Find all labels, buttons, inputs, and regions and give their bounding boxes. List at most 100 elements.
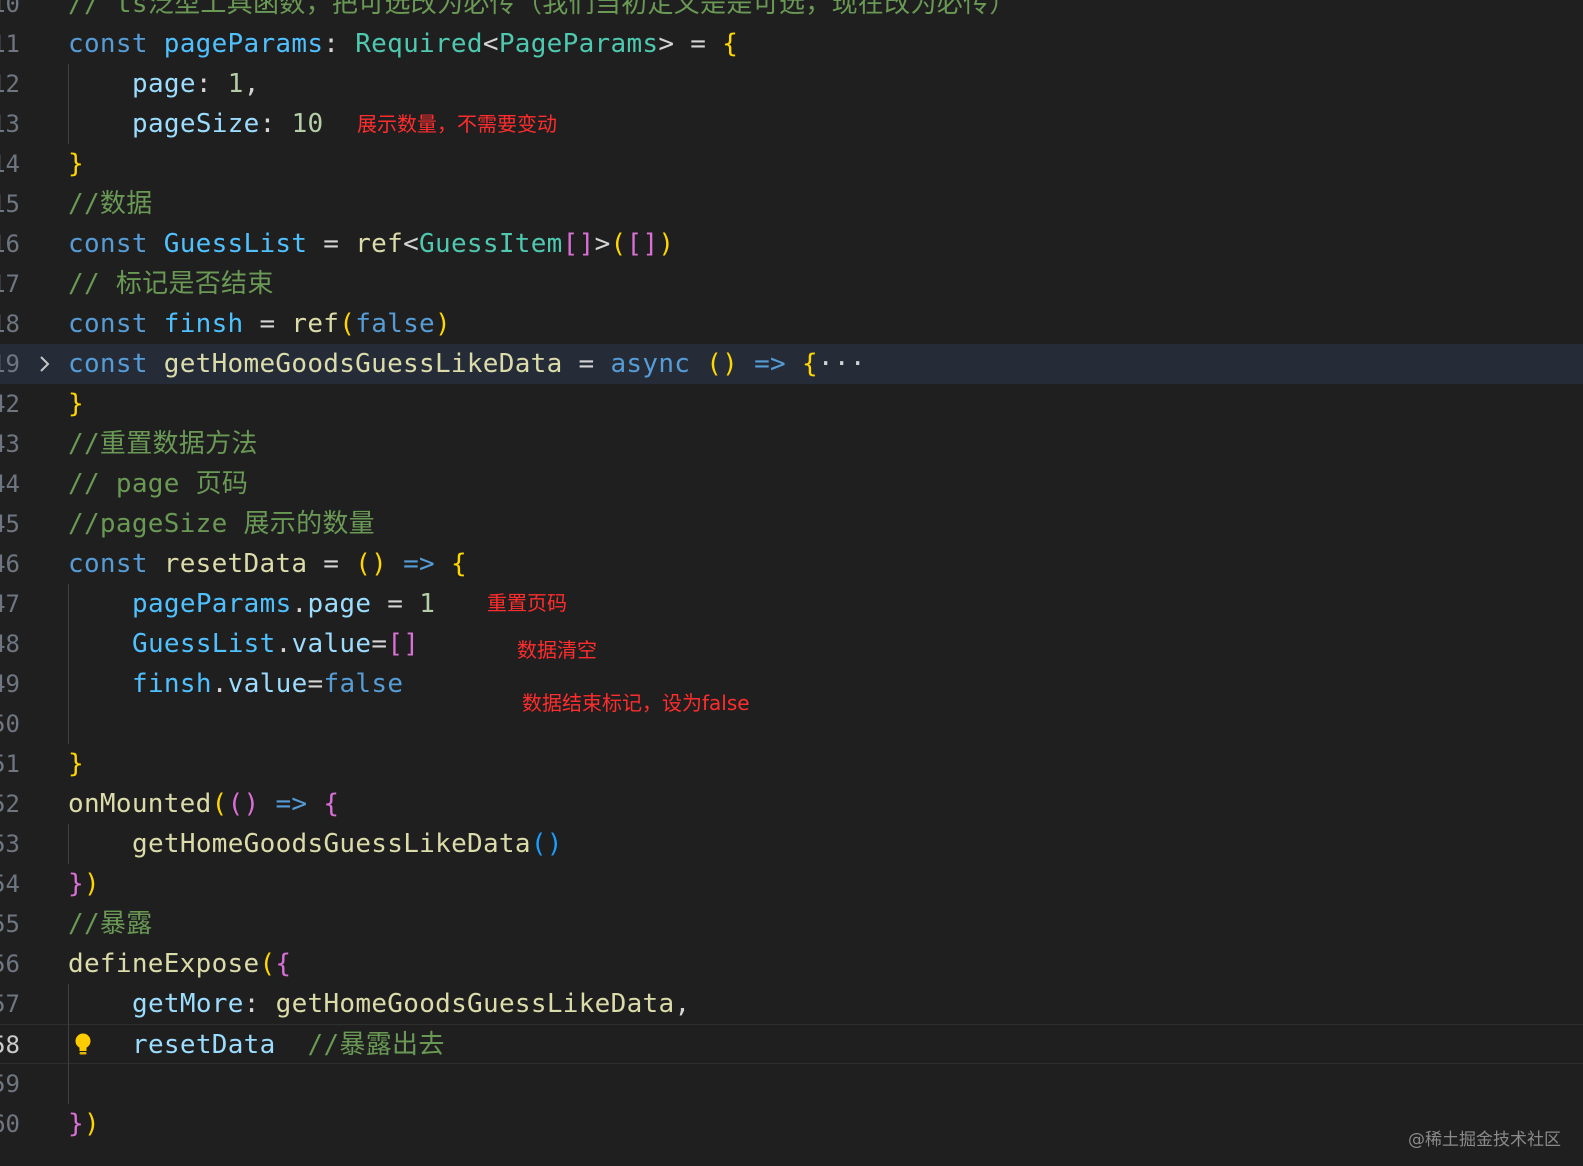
code-token: getHomeGoodsGuessLikeData — [132, 829, 531, 859]
code-line[interactable]: 18 const finsh = ref(false) — [0, 304, 1583, 344]
code-token: = — [243, 309, 292, 339]
code-line[interactable]: 15 //数据 — [0, 184, 1583, 224]
code-token: () — [706, 349, 739, 379]
code-token: value — [227, 669, 308, 699]
line-number: 48 — [0, 630, 20, 658]
code-token: const — [68, 349, 164, 379]
code-token: . — [291, 589, 308, 619]
code-line[interactable]: 51} — [0, 744, 1583, 784]
code-line[interactable]: 47 pageParams.page = 1 — [0, 584, 1583, 624]
code-token: GuessItem — [419, 229, 563, 259]
code-line[interactable]: 48 GuessList.value=[] — [0, 624, 1583, 664]
code-text: // ts泛型工具函数，把可选改为必传（我们当初定义是是可选，现在改为必传） — [68, 0, 1016, 24]
code-line[interactable]: 57 getMore: getHomeGoodsGuessLikeData, — [0, 984, 1583, 1024]
code-line[interactable]: 60}) — [0, 1104, 1583, 1144]
line-number: 43 — [0, 430, 20, 458]
code-token: getHomeGoodsGuessLikeData — [163, 349, 563, 379]
code-token: const — [68, 29, 164, 59]
code-token: pageSize — [132, 109, 260, 139]
code-line[interactable]: 12 page: 1, — [0, 64, 1583, 104]
line-number: 19 — [0, 350, 20, 378]
line-number: 42 — [0, 390, 20, 418]
code-line[interactable]: 46 const resetData = () => { — [0, 544, 1583, 584]
code-token: { — [450, 549, 467, 579]
indent-guide — [68, 824, 69, 864]
code-token: ( — [610, 229, 627, 259]
code-line[interactable]: 54}) — [0, 864, 1583, 904]
code-text: pageParams.page = 1 — [132, 584, 435, 624]
code-text: getMore: getHomeGoodsGuessLikeData, — [132, 984, 690, 1024]
code-token: 1 — [419, 589, 436, 619]
code-token: = — [307, 229, 356, 259]
code-text: }) — [68, 864, 100, 904]
code-token: } — [68, 389, 84, 419]
code-line[interactable]: 58 resetData //暴露出去 — [0, 1024, 1583, 1064]
code-line[interactable]: 45 //pageSize 展示的数量 — [0, 504, 1583, 544]
code-text: const finsh = ref(false) — [68, 304, 451, 344]
code-token: } — [68, 749, 84, 779]
code-token: GuessList — [132, 629, 276, 659]
line-number: 51 — [0, 750, 20, 778]
code-token: => — [738, 349, 802, 379]
line-number: 46 — [0, 550, 20, 578]
code-line[interactable]: 50 — [0, 704, 1583, 744]
code-token: { — [275, 949, 292, 979]
code-token: async — [610, 349, 707, 379]
code-line[interactable]: 52 onMounted(() => { — [0, 784, 1583, 824]
code-token: < — [403, 229, 420, 259]
code-token: < — [482, 29, 499, 59]
code-line[interactable]: 14} — [0, 144, 1583, 184]
line-number: 56 — [0, 950, 20, 978]
code-token: > — [594, 229, 611, 259]
code-text: finsh.value=false — [132, 664, 403, 704]
code-token: = — [371, 629, 388, 659]
code-token: ) — [83, 869, 100, 899]
code-token: pageParams — [163, 29, 324, 59]
code-token: 1 — [227, 69, 244, 99]
line-number: 54 — [0, 870, 20, 898]
code-text: } — [68, 744, 84, 784]
code-line[interactable]: 49 finsh.value=false — [0, 664, 1583, 704]
chevron-right-icon[interactable] — [38, 344, 56, 384]
code-token: > = — [658, 29, 723, 59]
code-token: resetData — [163, 549, 308, 579]
code-line[interactable]: 53 getHomeGoodsGuessLikeData() — [0, 824, 1583, 864]
lightbulb-icon[interactable] — [74, 1032, 92, 1055]
code-text: GuessList.value=[] — [132, 624, 419, 664]
line-number: 50 — [0, 710, 20, 738]
code-line[interactable]: 11 const pageParams: Required<PageParams>… — [0, 24, 1583, 64]
code-line[interactable]: 56 defineExpose({ — [0, 944, 1583, 984]
code-line[interactable]: 17 // 标记是否结束 — [0, 264, 1583, 304]
code-token: ) — [435, 309, 451, 339]
line-number: 47 — [0, 590, 20, 618]
annotation-end-flag: 数据结束标记，设为false — [522, 691, 750, 715]
code-line[interactable]: 16const GuessList = ref<GuessItem[]>([]) — [0, 224, 1583, 264]
code-token: resetData — [132, 1030, 276, 1060]
code-editor[interactable]: 10 // ts泛型工具函数，把可选改为必传（我们当初定义是是可选，现在改为必传）… — [0, 0, 1583, 1166]
line-number: 57 — [0, 990, 20, 1018]
code-token: } — [68, 869, 84, 899]
code-line[interactable]: 43 //重置数据方法 — [0, 424, 1583, 464]
code-line[interactable]: 42} — [0, 384, 1583, 424]
code-token: . — [275, 629, 292, 659]
code-token: getMore — [132, 989, 244, 1019]
code-token: : — [323, 29, 356, 59]
annotation-reset-page: 重置页码 — [487, 591, 567, 615]
code-line[interactable]: 10 // ts泛型工具函数，把可选改为必传（我们当初定义是是可选，现在改为必传） — [0, 0, 1583, 24]
code-text: const pageParams: Required<PageParams> =… — [68, 24, 738, 64]
code-line[interactable]: 13 pageSize: 10 — [0, 104, 1583, 144]
code-token: finsh — [132, 669, 212, 699]
code-text: onMounted(() => { — [68, 784, 339, 824]
code-line[interactable]: 55 //暴露 — [0, 904, 1583, 944]
code-token: = — [307, 669, 324, 699]
code-token: { — [323, 789, 340, 819]
code-text: } — [68, 144, 84, 184]
code-token: } — [68, 149, 84, 179]
code-line[interactable]: 19 const getHomeGoodsGuessLikeData = asyn… — [0, 344, 1583, 384]
code-text: //暴露 — [68, 904, 153, 944]
code-line[interactable]: 44 // page 页码 — [0, 464, 1583, 504]
line-number: 53 — [0, 830, 20, 858]
code-token: // 标记是否结束 — [68, 269, 274, 299]
code-token: { — [722, 29, 739, 59]
code-line[interactable]: 59 — [0, 1064, 1583, 1104]
